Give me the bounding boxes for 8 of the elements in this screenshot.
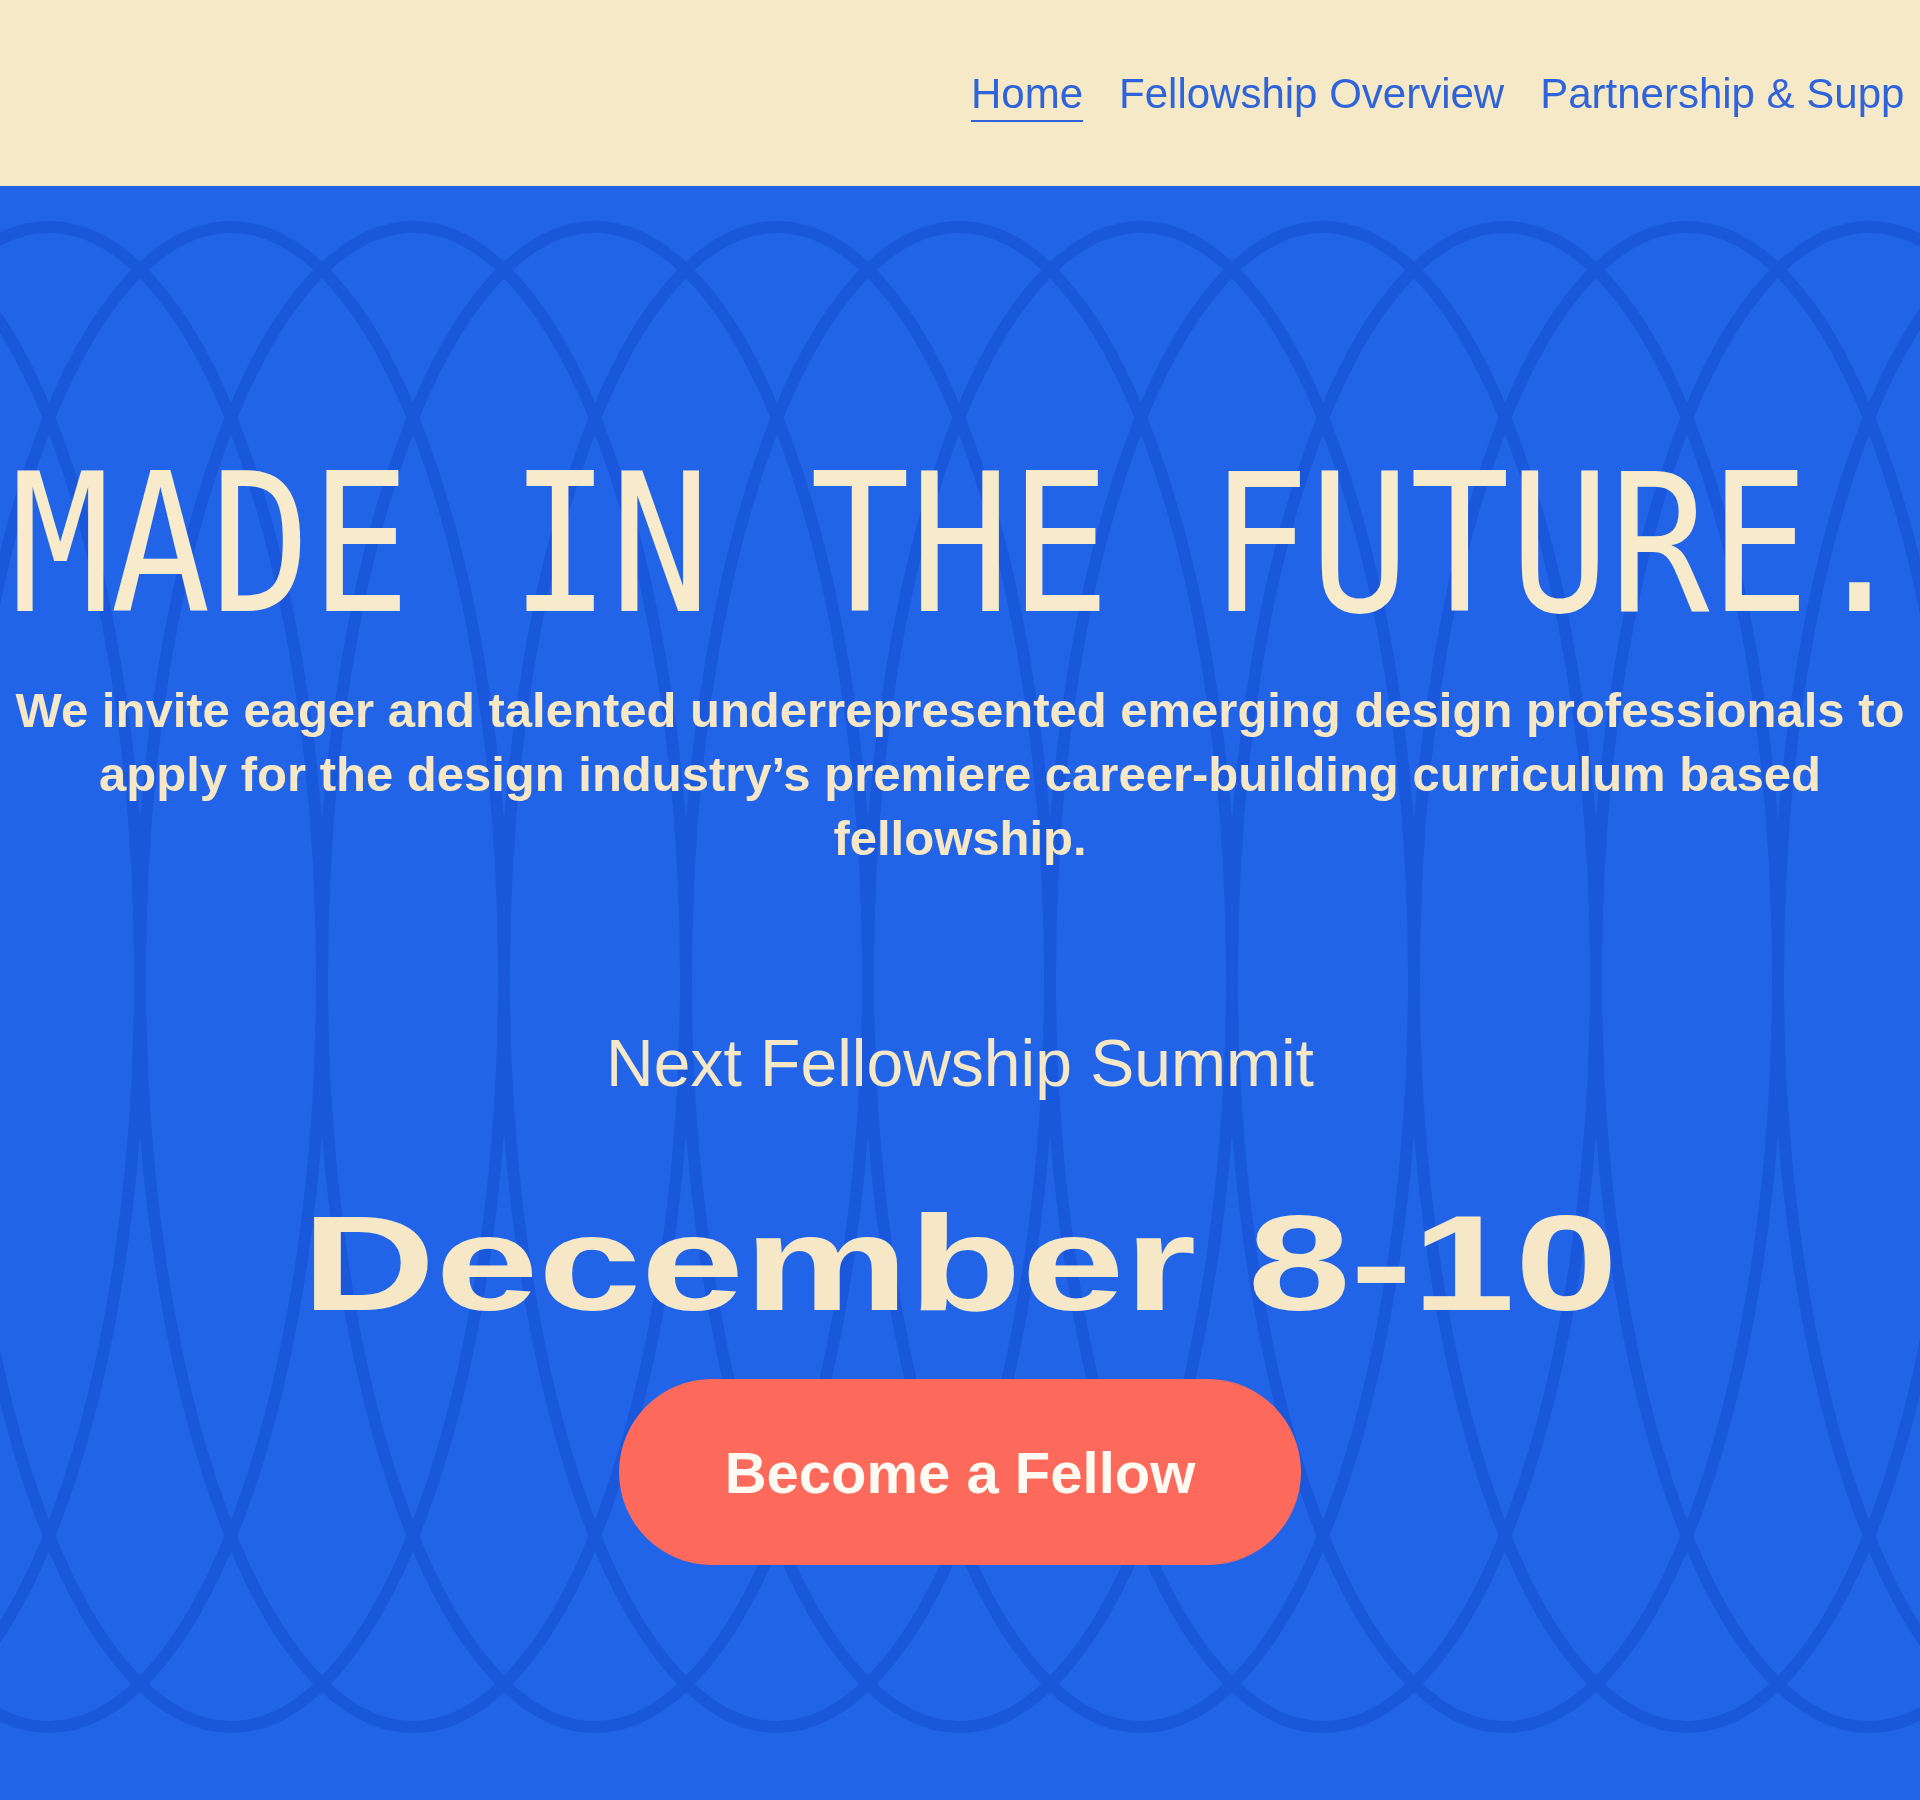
nav-link[interactable]: Fellowship Overview <box>1119 68 1505 122</box>
summit-date: December 8-10 <box>302 1195 1618 1331</box>
summit-label: Next Fellowship Summit <box>606 1025 1314 1101</box>
nav-link[interactable]: Home <box>971 68 1084 122</box>
become-fellow-button[interactable]: Become a Fellow <box>619 1379 1301 1565</box>
intro-paragraph: We invite eager and talented underrepresented emerging design professionals to apply for the design industry’s premiere career-building curriculum based fellowship. <box>14 682 1906 867</box>
headline: MADE IN THE FUTURE. <box>10 448 1910 642</box>
nav-link[interactable]: Partnership & Supp <box>1540 68 1905 122</box>
